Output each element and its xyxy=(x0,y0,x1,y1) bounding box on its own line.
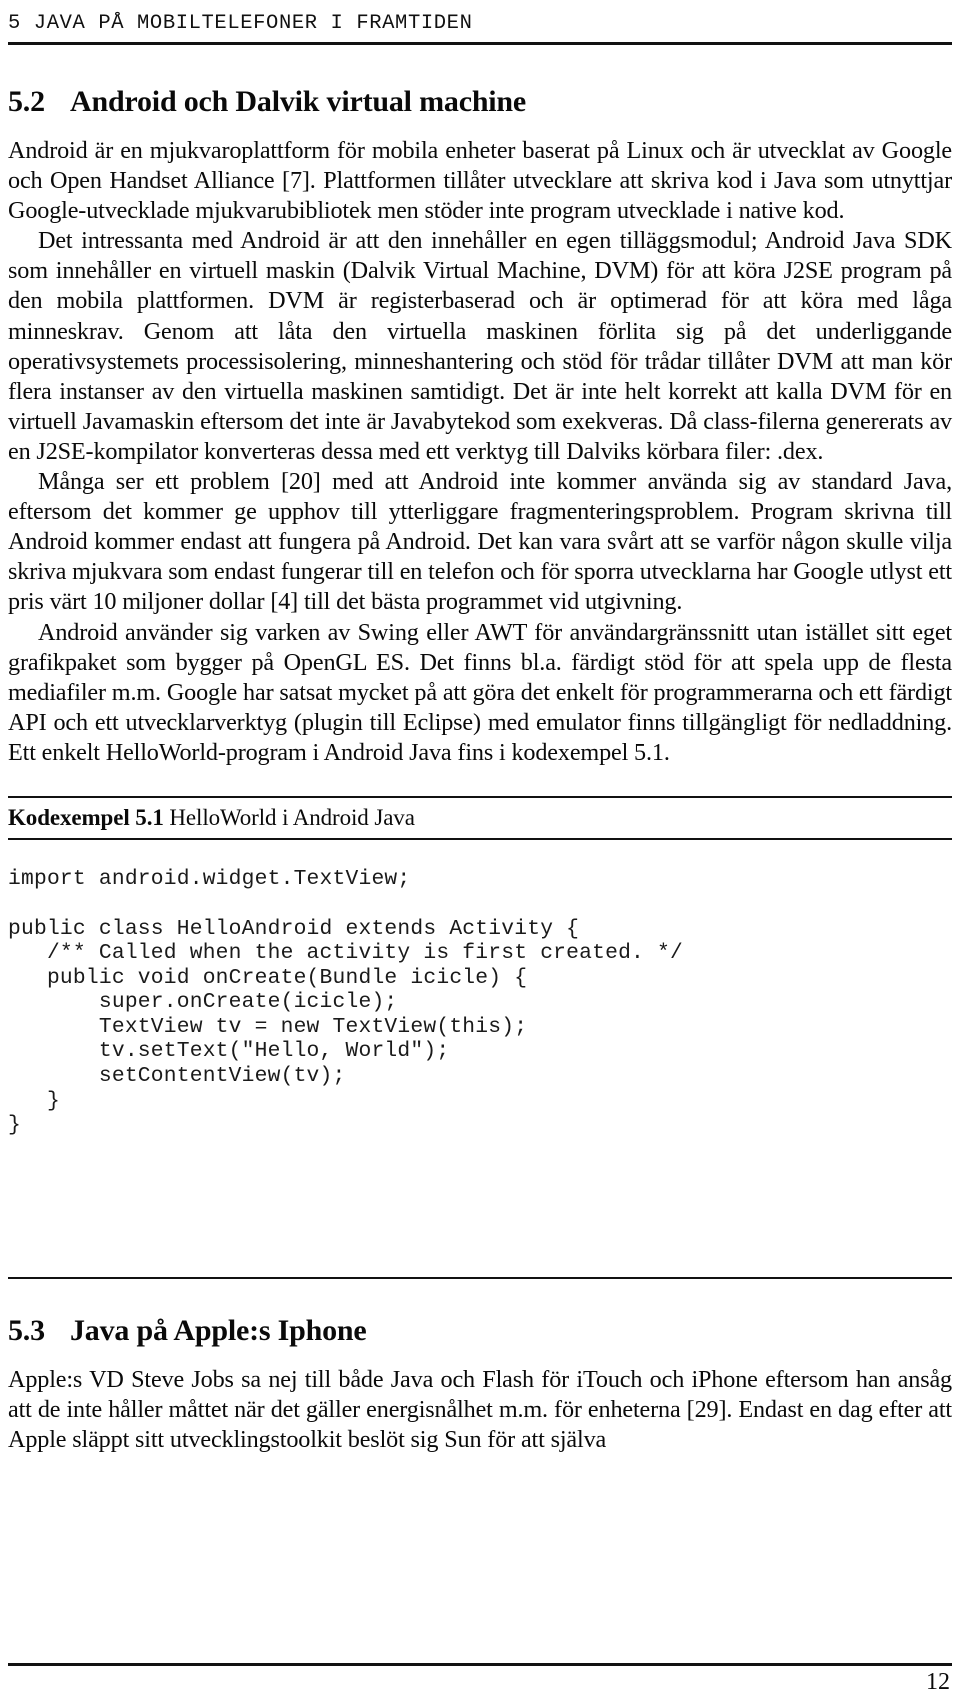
paragraph-3: Många ser ett problem [20] med att Andro… xyxy=(8,468,952,616)
paragraph-4: Android använder sig varken av Swing ell… xyxy=(8,618,952,766)
running-header-text: 5 JAVA PÅ MOBILTELEFONER I FRAMTIDEN xyxy=(8,12,473,35)
section-number: 5.3 xyxy=(8,1314,45,1348)
section-number: 5.2 xyxy=(8,85,45,118)
footer-rule xyxy=(8,1663,952,1667)
listing-spacer xyxy=(8,1169,952,1277)
code-listing: Kodexempel 5.1 HelloWorld i Android Java… xyxy=(8,795,952,1280)
document-page: 5 JAVA PÅ MOBILTELEFONER I FRAMTIDEN 5.2… xyxy=(0,0,960,1707)
page-number: 12 xyxy=(926,1669,950,1696)
section-heading-5-2: 5.2 Android och Dalvik virtual machine xyxy=(8,84,952,120)
section-heading-5-3: 5.3 Java på Apple:s Iphone xyxy=(8,1313,952,1349)
paragraph-1: Android är en mjukvaroplattform för mobi… xyxy=(8,137,952,225)
section-title: Java på Apple:s Iphone xyxy=(70,1314,367,1348)
header-rule xyxy=(8,42,952,45)
listing-code: import android.widget.TextView; public c… xyxy=(8,867,683,1138)
section-title: Android och Dalvik virtual machine xyxy=(70,85,527,118)
listing-caption-label: Kodexempel 5.1 xyxy=(8,804,164,830)
listing-bottom-rule xyxy=(8,1277,952,1280)
listing-caption-text: HelloWorld i Android Java xyxy=(169,804,415,830)
page-content: 5.2 Android och Dalvik virtual machine An… xyxy=(8,84,952,1455)
paragraph-2: Det intressanta med Android är att den i… xyxy=(8,227,952,465)
paragraph-5: Apple:s VD Steve Jobs sa nej till både J… xyxy=(8,1366,952,1454)
page-footer: 12 xyxy=(8,1663,952,1697)
listing-caption-rule xyxy=(8,838,952,841)
running-header: 5 JAVA PÅ MOBILTELEFONER I FRAMTIDEN xyxy=(8,12,952,52)
listing-caption: Kodexempel 5.1 HelloWorld i Android Java xyxy=(8,798,952,838)
